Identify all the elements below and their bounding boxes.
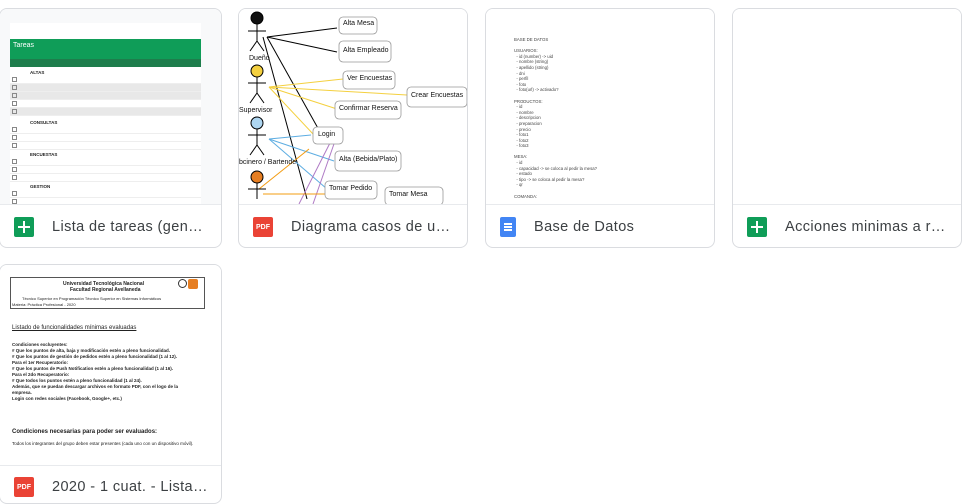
file-card-base-de-datos[interactable]: BASE DE DATOS USUARIOS: - id (number) ->… (485, 8, 715, 248)
conditions-title: Condiciones excluyentes: (12, 342, 68, 347)
actor-cocinero (248, 116, 266, 156)
actor-supervisor (248, 64, 266, 104)
file-card-diagrama[interactable]: Dueño Supervisor bcinero / Bartende Alta… (238, 8, 468, 248)
file-card-footer: PDF Diagrama casos de us… (239, 205, 467, 247)
actor-label-duenio: Dueño (249, 55, 270, 62)
file-card-listado[interactable]: Universidad Tecnológica Nacional Faculta… (0, 264, 222, 504)
file-card-footer: Lista de tareas (gener… (0, 205, 221, 247)
pdf-icon: PDF (14, 477, 34, 497)
actor-label-cocinero: bcinero / Bartende (239, 159, 297, 166)
file-card-lista-de-tareas[interactable]: Tareas ALTAS CONSULTAS ENCUESTAS GESTION… (0, 8, 222, 248)
use-case-label: Ver Encuestas (347, 75, 393, 82)
use-case-label: Alta Empleado (343, 47, 389, 54)
sheet-header: Tareas (10, 39, 201, 59)
file-thumbnail (733, 9, 961, 205)
file-title: Acciones minimas a r… (785, 219, 946, 235)
file-thumbnail: BASE DE DATOS USUARIOS: - id (number) ->… (486, 9, 714, 205)
file-thumbnail: Universidad Tecnológica Nacional Faculta… (0, 265, 221, 466)
header-line: Facultad Regional Avellaneda (70, 287, 141, 293)
use-case-label: Alta Mesa (343, 20, 375, 27)
actor-label-supervisor: Supervisor (239, 107, 273, 114)
pdf-icon: PDF (253, 217, 273, 237)
file-card-footer: Acciones minimas a r… (733, 205, 961, 247)
file-title: Lista de tareas (gener… (52, 219, 209, 235)
utn-logo (178, 279, 198, 293)
file-card-footer: Base de Datos (486, 205, 714, 247)
file-thumbnail: Tareas ALTAS CONSULTAS ENCUESTAS GESTION (0, 9, 221, 205)
necessary-title: Condiciones necesarias para poder ser ev… (12, 429, 158, 435)
use-case-label: Confirmar Reserva (339, 105, 398, 112)
sheets-icon (747, 217, 767, 237)
actor-duenio (248, 11, 266, 52)
page-heading: Listado de funcionalidades mínimas evalu… (12, 325, 137, 331)
file-thumbnail: Dueño Supervisor bcinero / Bartende Alta… (239, 9, 467, 205)
use-case-label: Tomar Mesa (389, 191, 428, 198)
use-case-label: Alta (Bebida/Plato) (339, 156, 398, 163)
use-case-label: Tomar Pedido (329, 185, 373, 192)
header-line: Materia: Práctica Profesional - 2020 (12, 302, 76, 307)
use-case-label: Crear Encuestas (411, 92, 464, 99)
file-card-acciones-minimas[interactable]: Acciones minimas a r… (732, 8, 962, 248)
use-case-label: Login (318, 131, 336, 138)
sheets-icon (14, 217, 34, 237)
file-title: Diagrama casos de us… (291, 219, 455, 235)
document-preview-text: BASE DE DATOS USUARIOS: - id (number) ->… (514, 37, 597, 199)
file-title: 2020 - 1 cuat. - Listad… (52, 479, 209, 495)
file-title: Base de Datos (534, 219, 635, 235)
docs-icon (500, 217, 516, 237)
header-line: Técnico Superior en Programación Técnico… (22, 296, 162, 301)
